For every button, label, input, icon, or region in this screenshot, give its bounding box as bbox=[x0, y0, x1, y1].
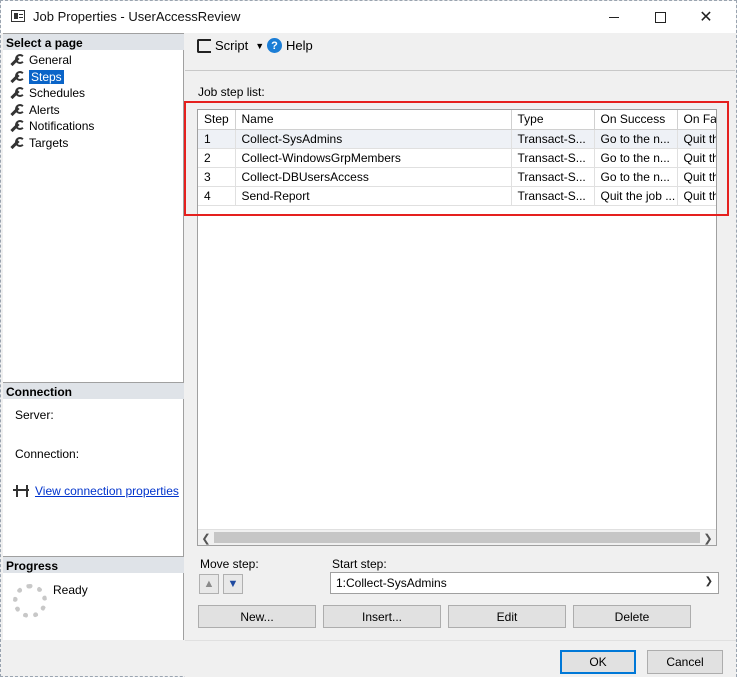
window-title: Job Properties - UserAccessReview bbox=[33, 9, 241, 24]
cell-step: 4 bbox=[198, 186, 236, 206]
cell-step: 1 bbox=[198, 129, 236, 149]
job-properties-dialog: Job Properties - UserAccessReview ✕ Sele… bbox=[0, 0, 737, 677]
script-button[interactable]: Script ▼ bbox=[197, 38, 264, 53]
page-item-label: Targets bbox=[29, 136, 69, 150]
column-header-name[interactable]: Name bbox=[235, 110, 512, 130]
page-item-notifications[interactable]: Notifications bbox=[9, 118, 94, 134]
arrow-up-icon: ▲ bbox=[203, 578, 215, 590]
help-label: Help bbox=[286, 38, 313, 53]
help-icon: ? bbox=[267, 38, 282, 53]
column-header-step[interactable]: Step bbox=[198, 110, 236, 130]
minimize-icon bbox=[609, 16, 619, 18]
page-item-label: Alerts bbox=[29, 103, 60, 117]
title-bar: Job Properties - UserAccessReview ✕ bbox=[1, 1, 736, 33]
toolbar-divider bbox=[185, 70, 735, 71]
move-step-down-button[interactable]: ▼ bbox=[223, 574, 243, 594]
progress-spinner-icon bbox=[13, 584, 47, 618]
cell-type: Transact-S... bbox=[511, 129, 595, 149]
cell-on-fail: Quit th bbox=[677, 186, 716, 206]
cell-on-success: Go to the n... bbox=[594, 148, 678, 168]
page-item-label: Notifications bbox=[29, 119, 95, 133]
cell-name: Send-Report bbox=[235, 186, 512, 206]
close-icon: ✕ bbox=[699, 9, 713, 26]
page-item-schedules[interactable]: Schedules bbox=[9, 85, 85, 101]
cell-on-success: Go to the n... bbox=[594, 167, 678, 187]
script-label: Script bbox=[215, 38, 249, 53]
job-step-list-label: Job step list: bbox=[198, 85, 265, 99]
page-item-steps[interactable]: Steps bbox=[9, 69, 64, 85]
job-step-grid[interactable]: Step Name Type On Success On Fail 1 Coll… bbox=[197, 109, 717, 546]
cell-on-fail: Quit th bbox=[677, 129, 716, 149]
column-header-on-success[interactable]: On Success bbox=[594, 110, 678, 130]
server-label: Server: bbox=[15, 408, 54, 422]
column-header-type[interactable]: Type bbox=[511, 110, 595, 130]
wrench-icon bbox=[9, 53, 25, 67]
help-button[interactable]: ? Help bbox=[267, 38, 313, 53]
move-step-label: Move step: bbox=[200, 557, 259, 571]
cell-step: 3 bbox=[198, 167, 236, 187]
cell-on-success: Quit the job ... bbox=[594, 186, 678, 206]
column-header-on-fail[interactable]: On Fail bbox=[677, 110, 716, 130]
wrench-icon bbox=[9, 119, 25, 133]
table-header-row: Step Name Type On Success On Fail bbox=[198, 110, 716, 130]
ok-button[interactable]: OK bbox=[560, 650, 636, 674]
left-panel: Select a page General Steps Schedules Al… bbox=[3, 33, 184, 640]
cancel-button[interactable]: Cancel bbox=[647, 650, 723, 674]
move-step-up-button[interactable]: ▲ bbox=[199, 574, 219, 594]
cell-name: Collect-DBUsersAccess bbox=[235, 167, 512, 187]
cell-on-success: Go to the n... bbox=[594, 129, 678, 149]
delete-button[interactable]: Delete bbox=[573, 605, 691, 628]
minimize-button[interactable] bbox=[591, 1, 637, 33]
wrench-icon bbox=[9, 70, 25, 84]
cell-name: Collect-WindowsGrpMembers bbox=[235, 148, 512, 168]
maximize-button[interactable] bbox=[637, 1, 683, 33]
insert-button[interactable]: Insert... bbox=[323, 605, 441, 628]
wrench-icon bbox=[9, 86, 25, 100]
arrow-down-icon: ▼ bbox=[227, 578, 239, 590]
connection-label: Connection: bbox=[15, 447, 80, 461]
cell-type: Transact-S... bbox=[511, 167, 595, 187]
cell-type: Transact-S... bbox=[511, 186, 595, 206]
connection-header: Connection bbox=[3, 382, 184, 399]
start-step-select[interactable]: 1:Collect-SysAdmins ❯ bbox=[330, 572, 719, 594]
progress-header: Progress bbox=[3, 556, 184, 573]
edit-button[interactable]: Edit bbox=[448, 605, 566, 628]
table-row[interactable]: 4 Send-Report Transact-S... Quit the job… bbox=[198, 186, 716, 206]
cell-step: 2 bbox=[198, 148, 236, 168]
table-row[interactable]: 2 Collect-WindowsGrpMembers Transact-S..… bbox=[198, 148, 716, 168]
table-row[interactable]: 1 Collect-SysAdmins Transact-S... Go to … bbox=[198, 129, 716, 149]
wrench-icon bbox=[9, 136, 25, 150]
maximize-icon bbox=[654, 11, 666, 23]
horizontal-scrollbar[interactable]: ❮ ❯ bbox=[198, 529, 716, 545]
job-step-table: Step Name Type On Success On Fail 1 Coll… bbox=[198, 110, 716, 206]
page-item-alerts[interactable]: Alerts bbox=[9, 102, 60, 118]
plug-icon bbox=[13, 485, 29, 497]
cell-name: Collect-SysAdmins bbox=[235, 129, 512, 149]
scrollbar-thumb[interactable] bbox=[214, 532, 700, 543]
cell-on-fail: Quit th bbox=[677, 167, 716, 187]
page-item-general[interactable]: General bbox=[9, 52, 72, 68]
start-step-value: 1:Collect-SysAdmins bbox=[336, 576, 447, 590]
scroll-left-icon[interactable]: ❮ bbox=[198, 530, 214, 545]
window-icon bbox=[11, 10, 25, 22]
select-page-header: Select a page bbox=[3, 33, 184, 50]
page-item-label: General bbox=[29, 53, 72, 67]
cell-on-fail: Quit th bbox=[677, 148, 716, 168]
wrench-icon bbox=[9, 103, 25, 117]
progress-status: Ready bbox=[53, 583, 88, 597]
page-item-label: Steps bbox=[29, 70, 64, 84]
page-item-targets[interactable]: Targets bbox=[9, 135, 68, 151]
chevron-down-icon[interactable]: ▼ bbox=[255, 41, 264, 51]
cell-type: Transact-S... bbox=[511, 148, 595, 168]
table-row[interactable]: 3 Collect-DBUsersAccess Transact-S... Go… bbox=[198, 167, 716, 187]
chevron-down-icon: ❯ bbox=[704, 576, 713, 587]
scroll-right-icon[interactable]: ❯ bbox=[700, 530, 716, 545]
view-connection-properties-link[interactable]: View connection properties bbox=[35, 484, 179, 498]
script-icon bbox=[197, 38, 211, 53]
new-button[interactable]: New... bbox=[198, 605, 316, 628]
toolbar: Script ▼ ? Help bbox=[185, 33, 735, 59]
page-item-label: Schedules bbox=[29, 86, 86, 100]
start-step-label: Start step: bbox=[332, 557, 387, 571]
close-button[interactable]: ✕ bbox=[683, 1, 729, 33]
